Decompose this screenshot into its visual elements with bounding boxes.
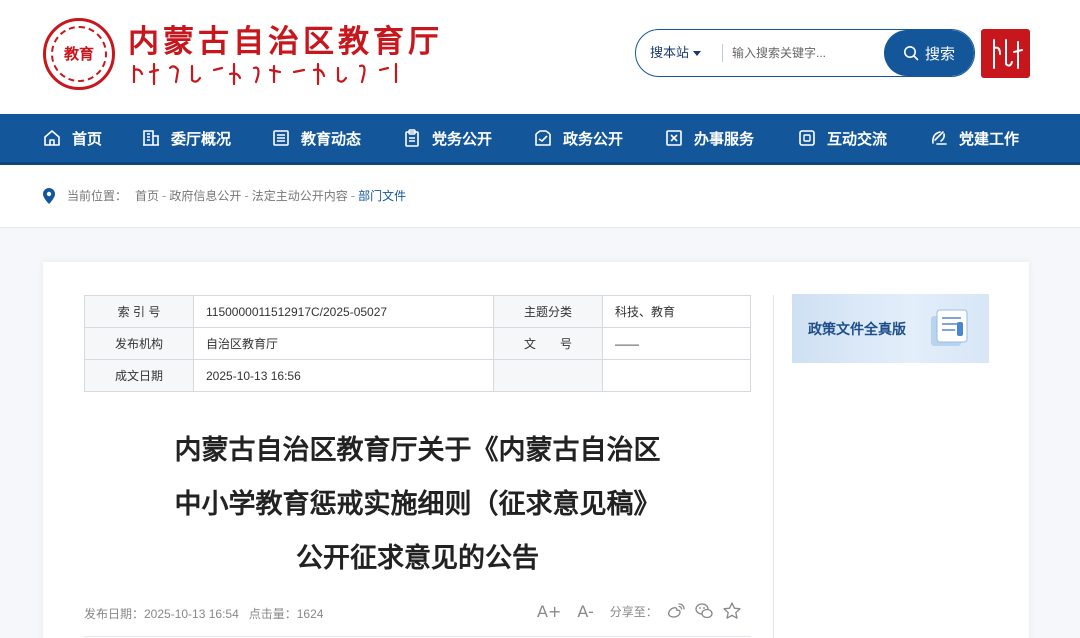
- nav-item-edu-news[interactable]: 教育动态: [271, 114, 361, 162]
- meta-empty-cell: [602, 359, 751, 392]
- breadcrumb-bar: 当前位置： 首页 - 政府信息公开 - 法定主动公开内容 - 部门文件: [0, 165, 1080, 228]
- breadcrumb-home[interactable]: 首页: [135, 187, 159, 204]
- meta-empty-cell: [493, 359, 603, 392]
- policy-full-version-banner[interactable]: 政策文件全真版: [792, 294, 989, 363]
- news-list-icon: [273, 130, 289, 146]
- site-header: 教育 内蒙古自治区教育厅 搜本站 输入搜索关键字... 搜索: [0, 0, 1080, 114]
- meta-value: ——: [602, 327, 751, 360]
- share-label: 分享至：: [609, 604, 658, 619]
- nav-item-party-building[interactable]: 党建工作: [929, 114, 1019, 162]
- article-publish-info: 发布日期：2025-10-13 16:54 点击量：1624: [84, 607, 324, 621]
- breadcrumb-gov-info[interactable]: 政府信息公开: [169, 187, 241, 204]
- nav-item-gov-affairs[interactable]: 政务公开: [533, 114, 623, 162]
- breadcrumb-separator: -: [162, 188, 167, 203]
- party-emblem-icon: [932, 131, 947, 145]
- table-row: 索 引 号 1150000011512917C/2025-05027 主题分类 …: [84, 295, 751, 328]
- star-favorite-icon[interactable]: [722, 601, 742, 621]
- building-icon: [143, 130, 159, 146]
- site-title[interactable]: 内蒙古自治区教育厅: [128, 16, 443, 61]
- article-title-line: 公开征求意见的公告: [296, 543, 539, 574]
- breadcrumb-current[interactable]: 部门文件: [358, 187, 406, 204]
- meta-label: 发布机构: [84, 327, 194, 360]
- caret-down-icon: [693, 51, 702, 57]
- nav-item-label: 办事服务: [694, 129, 755, 148]
- search-input[interactable]: [732, 38, 882, 68]
- emblem-text: 教育: [51, 26, 107, 82]
- search-button[interactable]: 搜索: [884, 30, 974, 76]
- mongolian-language-link[interactable]: [981, 29, 1030, 78]
- mongolian-script-graphic: [132, 62, 398, 86]
- mongolian-script-badge-icon: [992, 38, 1023, 69]
- nav-item-home[interactable]: 首页: [42, 114, 102, 162]
- nav-item-overview[interactable]: 委厅概况: [141, 114, 231, 162]
- table-row: 成文日期 2025-10-13 16:56: [84, 359, 751, 392]
- nav-item-label: 党务公开: [432, 129, 493, 148]
- service-icon: [666, 130, 682, 146]
- nav-item-party-affairs[interactable]: 党务公开: [402, 114, 492, 162]
- breadcrumb-statutory[interactable]: 法定主动公开内容: [252, 187, 348, 204]
- location-pin-icon: [43, 187, 55, 204]
- document-stack-icon: [931, 309, 968, 346]
- breadcrumb-prefix: 当前位置：: [67, 189, 128, 203]
- article-title-line: 中小学教育惩戒实施细则（征求意见稿》: [174, 489, 661, 520]
- meta-value: 1150000011512917C/2025-05027: [193, 295, 494, 328]
- breadcrumb-separator: -: [350, 188, 356, 203]
- search-scope-dropdown[interactable]: 搜本站: [650, 30, 702, 76]
- site-emblem-logo[interactable]: 教育: [43, 18, 115, 90]
- meta-label: 文 号: [493, 327, 603, 360]
- search-divider: [722, 44, 723, 62]
- article-title-line: 内蒙古自治区教育厅关于《内蒙古自治区: [174, 435, 661, 466]
- font-decrease-button[interactable]: A-: [577, 602, 593, 621]
- chat-icon: [799, 130, 815, 146]
- weibo-icon[interactable]: [666, 601, 686, 621]
- nav-item-interaction[interactable]: 互动交流: [797, 114, 887, 162]
- wechat-icon[interactable]: [694, 601, 714, 621]
- breadcrumb: 当前位置： 首页 - 政府信息公开 - 法定主动公开内容 - 部门文件: [43, 187, 406, 204]
- meta-value: 2025-10-13 16:56: [193, 359, 494, 392]
- meta-label: 成文日期: [84, 359, 194, 392]
- column-divider: [773, 295, 774, 638]
- search-box: 搜本站 搜索: [635, 29, 975, 77]
- document-meta-table: 索 引 号 1150000011512917C/2025-05027 主题分类 …: [84, 295, 751, 392]
- meta-value: 科技、教育: [602, 295, 751, 328]
- breadcrumb-separator: -: [244, 188, 249, 203]
- search-scope-label: 搜本站: [650, 45, 690, 60]
- nav-item-services[interactable]: 办事服务: [664, 114, 754, 162]
- policy-banner-label: 政策文件全真版: [808, 322, 906, 338]
- font-increase-button[interactable]: A+: [537, 602, 561, 621]
- divider: [84, 636, 751, 637]
- home-icon: [44, 130, 60, 146]
- table-row: 发布机构 自治区教育厅 文 号 ——: [84, 327, 751, 360]
- meta-label: 索 引 号: [84, 295, 194, 328]
- inbox-check-icon: [535, 130, 551, 146]
- nav-item-label: 党建工作: [959, 129, 1020, 148]
- site-title-mongolian-script: [130, 60, 402, 88]
- nav-item-label: 委厅概况: [171, 129, 232, 148]
- nav-item-label: 教育动态: [301, 129, 362, 148]
- clipboard-icon: [405, 129, 419, 147]
- article-tools: A+ A- 分享至：: [537, 601, 750, 621]
- meta-value: 自治区教育厅: [193, 327, 494, 360]
- nav-item-label: 互动交流: [827, 129, 888, 148]
- search-button-label: 搜索: [924, 44, 955, 63]
- search-icon: [903, 46, 919, 61]
- main-nav: 首页 委厅概况 教育动态 党务公开 政务公开 办事服务 互动交流 党建工作: [0, 114, 1080, 165]
- meta-label: 主题分类: [493, 295, 603, 328]
- nav-item-label: 政务公开: [563, 129, 624, 148]
- article-title: 内蒙古自治区教育厅关于《内蒙古自治区 中小学教育惩戒实施细则（征求意见稿》 公开…: [84, 424, 751, 586]
- nav-item-label: 首页: [72, 129, 103, 148]
